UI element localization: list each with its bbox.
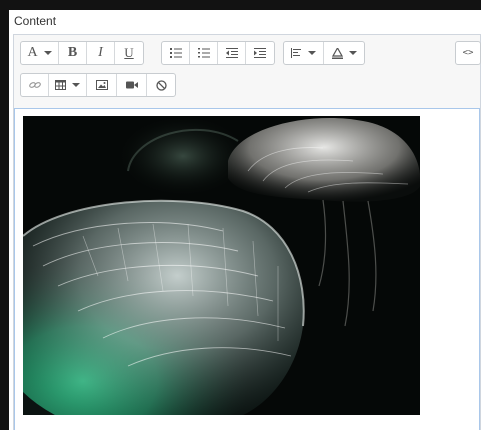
clear-format-button[interactable]: [147, 74, 175, 96]
link-button[interactable]: [21, 74, 49, 96]
outdent-button[interactable]: [218, 42, 246, 64]
html-group: <>: [455, 41, 481, 65]
table-icon: [55, 80, 66, 90]
text-color-icon: [331, 47, 343, 59]
text-style-group: A B I U: [20, 41, 144, 65]
insert-group: [20, 73, 176, 97]
italic-icon: I: [98, 45, 103, 60]
ordered-list-icon: [197, 48, 210, 58]
align-dropdown-button[interactable]: [284, 42, 324, 64]
unordered-list-button[interactable]: [162, 42, 190, 64]
chevron-down-icon: [43, 51, 52, 55]
html-source-button[interactable]: <>: [456, 42, 480, 64]
ordered-list-button[interactable]: [190, 42, 218, 64]
underline-icon: U: [124, 45, 134, 60]
rich-text-editor: A B I U <>: [13, 34, 481, 430]
video-icon: [125, 81, 138, 89]
code-icon: <>: [462, 48, 474, 58]
content-field: Content A B I U <>: [9, 10, 481, 430]
align-left-icon: [291, 48, 302, 58]
editor-toolbar: A B I U <>: [14, 35, 481, 109]
indent-button[interactable]: [246, 42, 274, 64]
chevron-down-icon: [72, 83, 80, 87]
text-color-dropdown-button[interactable]: [324, 42, 364, 64]
link-icon: [28, 80, 41, 90]
underline-button[interactable]: U: [115, 42, 143, 64]
image-button[interactable]: [87, 74, 117, 96]
align-color-group: [283, 41, 365, 65]
video-button[interactable]: [117, 74, 147, 96]
content-label: Content: [14, 14, 57, 28]
bold-button[interactable]: B: [59, 42, 87, 64]
jellyfish-image: [23, 116, 420, 415]
font-dropdown-button[interactable]: A: [21, 42, 59, 64]
table-dropdown-button[interactable]: [49, 74, 87, 96]
content-image[interactable]: [23, 116, 420, 415]
outdent-icon: [225, 48, 238, 58]
image-icon: [95, 80, 108, 90]
clear-format-icon: [155, 79, 167, 91]
unordered-list-icon: [169, 48, 182, 58]
bold-icon: B: [67, 45, 78, 60]
font-icon: A: [27, 45, 38, 60]
list-indent-group: [161, 41, 275, 65]
editor-content-area[interactable]: [14, 108, 480, 430]
chevron-down-icon: [348, 51, 357, 55]
chevron-down-icon: [308, 51, 316, 55]
indent-icon: [254, 48, 266, 58]
italic-button[interactable]: I: [87, 42, 115, 64]
